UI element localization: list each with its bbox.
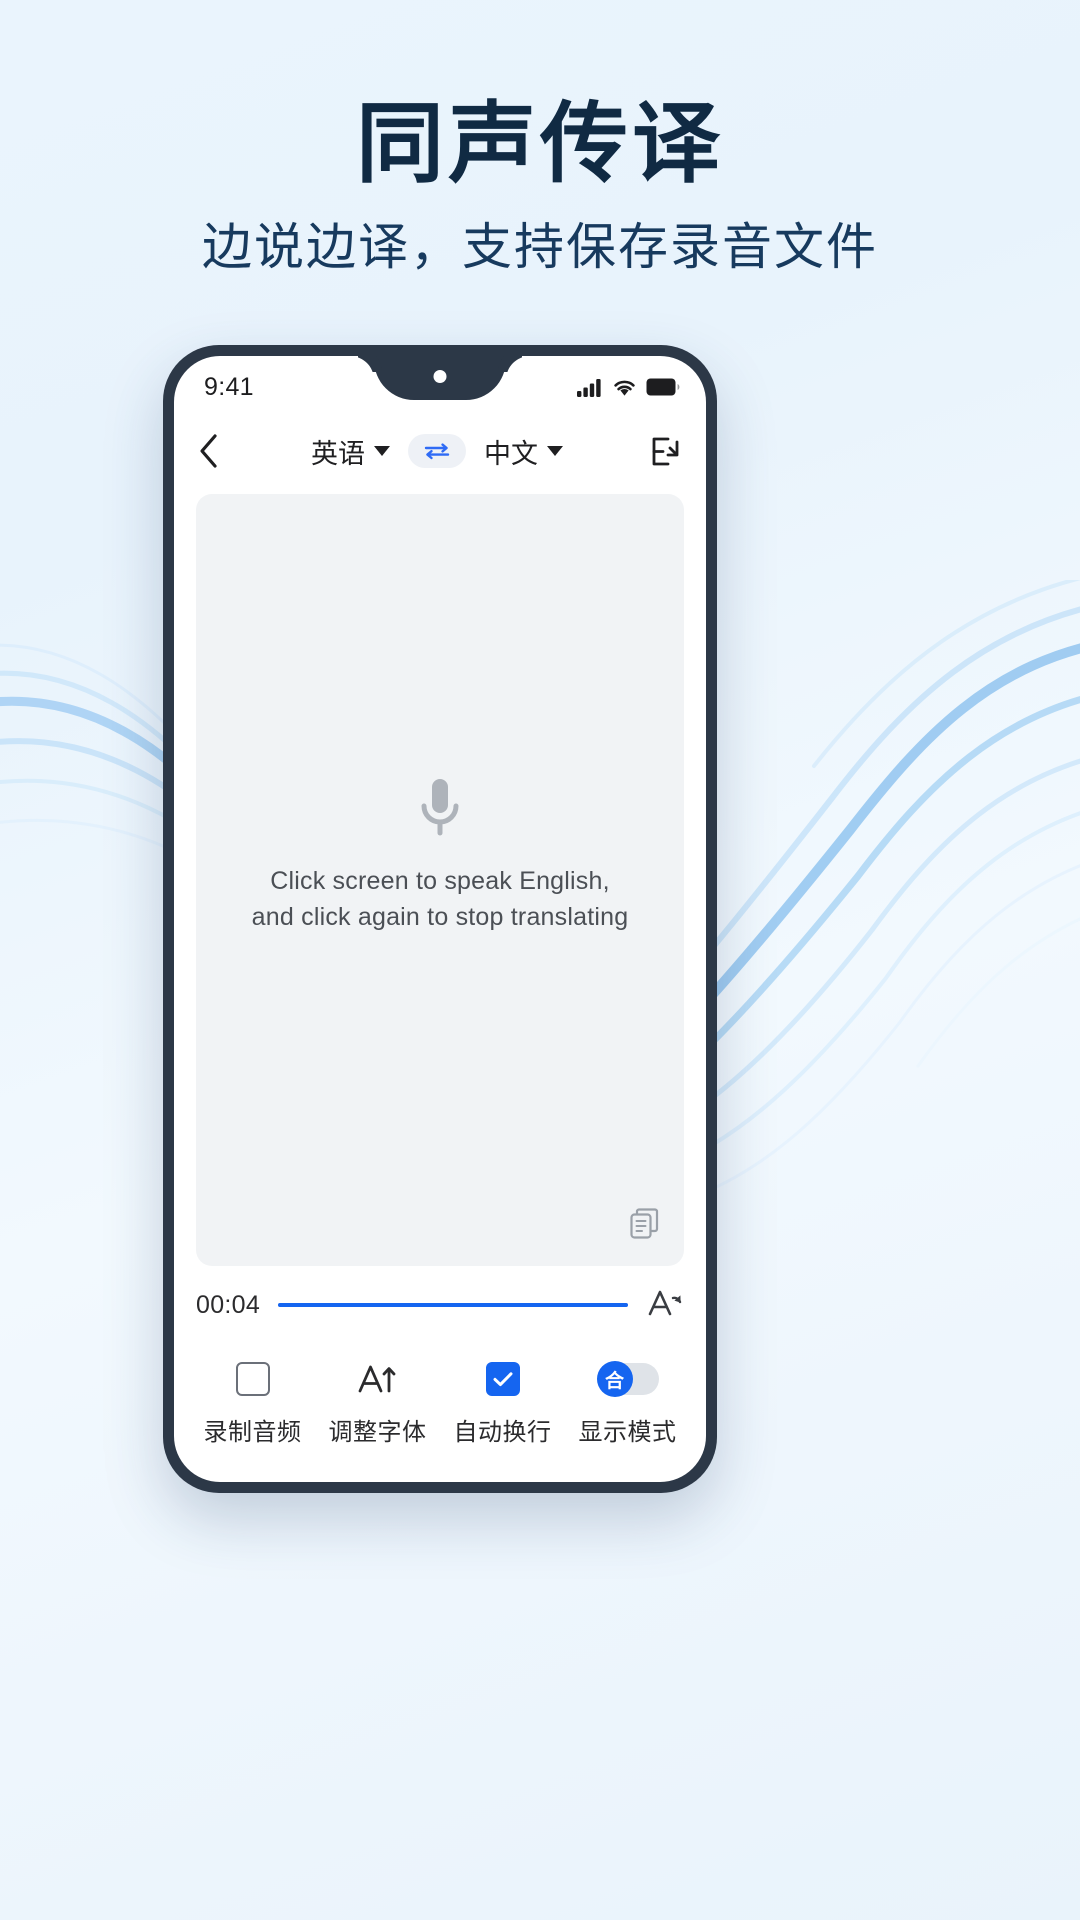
page-subtitle: 边说边译，支持保存录音文件	[202, 219, 878, 276]
signal-icon	[577, 378, 601, 397]
progress-slider[interactable]	[278, 1303, 628, 1307]
target-language-button[interactable]: 中文	[484, 432, 563, 471]
swap-language-button[interactable]	[408, 434, 466, 468]
toolbar-item-auto-wrap[interactable]: 自动换行	[440, 1360, 565, 1447]
record-audio-icon-wrap	[235, 1360, 270, 1398]
font-size-button[interactable]	[646, 1284, 684, 1327]
toolbar-label-auto-wrap: 自动换行	[453, 1419, 552, 1446]
transcript-area[interactable]: Click screen to speak English, and click…	[196, 494, 684, 1266]
toggle-knob: 合	[596, 1361, 633, 1397]
toolbar-label-record-audio: 录制音频	[203, 1419, 302, 1446]
back-button[interactable]	[198, 433, 238, 469]
status-bar-icons	[577, 378, 680, 397]
auto-wrap-icon-wrap	[485, 1360, 520, 1398]
toolbar-item-record-audio[interactable]: 录制音频	[190, 1360, 315, 1447]
battery-icon	[646, 378, 680, 396]
font-adjust-icon	[358, 1365, 395, 1393]
nav-bar: 英语 中文	[174, 414, 706, 488]
bottom-toolbar: 录制音频 调整字体 自动换行 合 显示模式	[174, 1344, 706, 1482]
swap-horizontal-icon	[424, 443, 450, 460]
toolbar-item-display-mode[interactable]: 合 显示模式	[565, 1360, 690, 1447]
front-camera-icon	[433, 370, 447, 383]
checkbox-unchecked-icon[interactable]	[235, 1362, 270, 1396]
source-language-label: 英语	[311, 438, 365, 469]
adjust-font-icon-wrap	[357, 1360, 399, 1398]
wifi-icon	[614, 380, 635, 396]
playback-row: 00:04	[174, 1266, 706, 1344]
phone-mockup: 9:41 英语 中文 Click screen to speak English…	[163, 345, 717, 1493]
target-language-label: 中文	[484, 438, 538, 469]
text-import-button[interactable]	[636, 433, 682, 469]
microphone-button[interactable]	[252, 773, 629, 848]
text-import-icon	[652, 437, 679, 466]
language-selector-group: 英语 中文	[238, 432, 636, 471]
elapsed-time: 00:04	[196, 1290, 261, 1319]
checkbox-checked-icon[interactable]	[485, 1362, 520, 1396]
toolbar-label-adjust-font: 调整字体	[328, 1419, 427, 1446]
display-mode-icon-wrap: 合	[596, 1360, 659, 1398]
empty-state: Click screen to speak English, and click…	[252, 773, 629, 935]
phone-notch	[374, 356, 506, 400]
wave-right-decoration	[690, 580, 1080, 1200]
toolbar-label-display-mode: 显示模式	[578, 1419, 677, 1446]
display-mode-toggle-icon[interactable]: 合	[596, 1361, 659, 1397]
chevron-down-icon	[547, 446, 563, 456]
font-size-icon	[648, 1290, 682, 1315]
chevron-down-icon	[374, 446, 390, 456]
source-language-button[interactable]: 英语	[311, 432, 390, 471]
toolbar-item-adjust-font[interactable]: 调整字体	[315, 1360, 440, 1447]
page-title: 同声传译	[355, 94, 724, 193]
check-icon	[493, 1372, 512, 1387]
headline-block: 同声传译 边说边译，支持保存录音文件	[0, 96, 1080, 277]
microphone-icon	[421, 779, 459, 836]
speak-hint-text: Click screen to speak English, and click…	[251, 867, 629, 931]
chevron-left-icon	[200, 434, 217, 468]
copy-button[interactable]	[628, 1207, 662, 1246]
copy-icon	[630, 1208, 659, 1239]
status-bar-time: 9:41	[204, 372, 254, 401]
phone-screen: 9:41 英语 中文 Click screen to speak English…	[174, 356, 706, 1482]
progress-fill	[278, 1303, 628, 1307]
